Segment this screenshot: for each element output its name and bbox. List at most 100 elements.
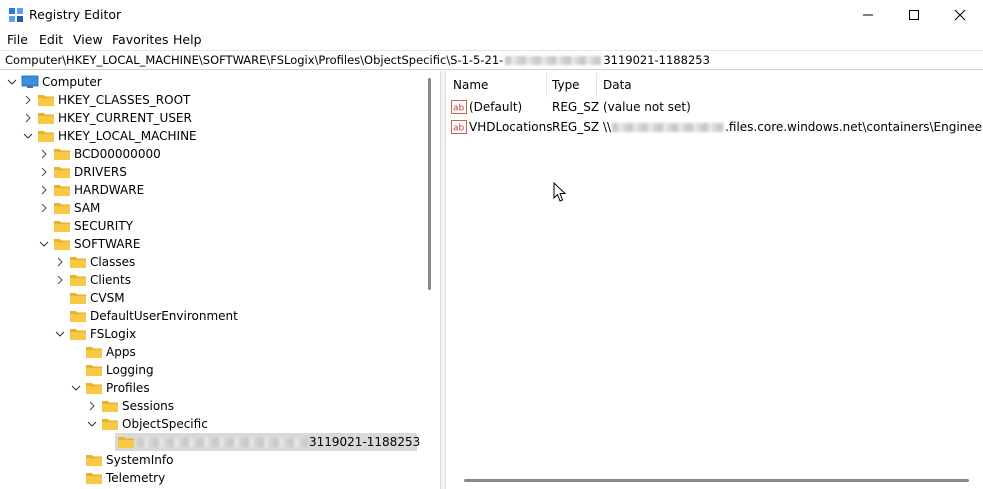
column-separator[interactable] bbox=[596, 73, 597, 97]
chevron-down-icon[interactable] bbox=[87, 419, 97, 429]
value-name: (Default) bbox=[469, 100, 523, 114]
redacted-region bbox=[138, 438, 308, 447]
tree-item[interactable]: Logging bbox=[0, 361, 425, 379]
list-horizontal-scrollbar[interactable] bbox=[464, 479, 969, 482]
address-prefix: Computer\HKEY_LOCAL_MACHINE\SOFTWARE\FSL… bbox=[5, 53, 504, 67]
folder-icon bbox=[38, 95, 54, 106]
column-separator[interactable] bbox=[546, 73, 547, 97]
value-data-suffix: .files.core.windows.net\containers\Engin… bbox=[725, 120, 983, 134]
tree-item-label: SOFTWARE bbox=[74, 237, 141, 251]
value-type: REG_SZ bbox=[552, 120, 600, 134]
folder-icon bbox=[70, 293, 86, 304]
value-list[interactable]: Name Type Data ab (Default) REG_SZ (value n… bbox=[446, 71, 983, 489]
chevron-right-icon[interactable] bbox=[87, 401, 97, 411]
tree-item[interactable]: HKEY_CLASSES_ROOT bbox=[0, 91, 425, 109]
mouse-cursor-icon bbox=[553, 182, 567, 202]
value-name: VHDLocations bbox=[469, 120, 553, 134]
column-header-data[interactable]: Data bbox=[603, 71, 632, 97]
tree-item[interactable]: ObjectSpecific bbox=[0, 415, 425, 433]
chevron-right-icon[interactable] bbox=[39, 203, 49, 213]
tree-item[interactable]: FSLogix bbox=[0, 325, 425, 343]
address-path: Computer\HKEY_LOCAL_MACHINE\SOFTWARE\FSL… bbox=[5, 53, 710, 67]
chevron-right-icon[interactable] bbox=[55, 257, 65, 267]
svg-text:ab: ab bbox=[453, 124, 465, 134]
chevron-right-icon[interactable] bbox=[39, 149, 49, 159]
tree-item[interactable]: Telemetry bbox=[0, 469, 425, 487]
menu-bar: File Edit View Favorites Help bbox=[0, 30, 983, 50]
close-button[interactable] bbox=[937, 0, 983, 30]
folder-icon bbox=[54, 185, 70, 196]
menu-view[interactable]: View bbox=[73, 32, 103, 47]
tree-item[interactable]: HKEY_LOCAL_MACHINE bbox=[0, 127, 425, 145]
tree-item-label: Apps bbox=[106, 345, 136, 359]
folder-icon bbox=[70, 311, 86, 322]
menu-favorites[interactable]: Favorites bbox=[112, 32, 168, 47]
redacted-region bbox=[612, 123, 725, 132]
tree-item[interactable]: Classes bbox=[0, 253, 425, 271]
chevron-right-icon[interactable] bbox=[23, 95, 33, 105]
tree-item[interactable]: SystemInfo bbox=[0, 451, 425, 469]
folder-icon bbox=[70, 329, 86, 340]
folder-icon bbox=[38, 131, 54, 142]
tree-item-label: CVSM bbox=[90, 291, 125, 305]
tree-item-label: SystemInfo bbox=[106, 453, 174, 467]
registry-editor-icon bbox=[9, 8, 23, 22]
computer-icon bbox=[21, 75, 39, 88]
folder-icon bbox=[86, 455, 102, 466]
tree-item[interactable]: HKEY_CURRENT_USER bbox=[0, 109, 425, 127]
folder-icon bbox=[86, 383, 102, 394]
chevron-right-icon[interactable] bbox=[39, 185, 49, 195]
tree-item-label: SAM bbox=[74, 201, 101, 215]
chevron-down-icon[interactable] bbox=[7, 77, 17, 87]
tree-item[interactable]: 3119021-1188253 bbox=[0, 433, 425, 451]
tree-item-label: Clients bbox=[90, 273, 131, 287]
menu-help[interactable]: Help bbox=[173, 32, 202, 47]
tree-item[interactable]: CVSM bbox=[0, 289, 425, 307]
key-tree[interactable]: Computer HKEY_CLASSES_ROOT HKEY_CURRENT_US… bbox=[0, 71, 440, 489]
chevron-down-icon[interactable] bbox=[39, 239, 49, 249]
tree-item-label: DRIVERS bbox=[74, 165, 127, 179]
tree-item[interactable]: DefaultUserEnvironment bbox=[0, 307, 425, 325]
folder-icon bbox=[86, 473, 102, 484]
column-header-type[interactable]: Type bbox=[552, 71, 580, 97]
chevron-right-icon[interactable] bbox=[55, 275, 65, 285]
tree-item-label: HKEY_LOCAL_MACHINE bbox=[58, 129, 197, 143]
tree-item[interactable]: Sessions bbox=[0, 397, 425, 415]
tree-item[interactable]: SOFTWARE bbox=[0, 235, 425, 253]
menu-file[interactable]: File bbox=[7, 32, 28, 47]
tree-item[interactable]: Apps bbox=[0, 343, 425, 361]
string-value-icon: ab bbox=[451, 100, 467, 114]
tree-item[interactable]: BCD00000000 bbox=[0, 145, 425, 163]
tree-item-label: HARDWARE bbox=[74, 183, 145, 197]
value-data-prefix: \\ bbox=[603, 120, 612, 134]
chevron-down-icon[interactable] bbox=[55, 329, 65, 339]
tree-item[interactable]: SAM bbox=[0, 199, 425, 217]
tree-item-label: Sessions bbox=[122, 399, 175, 413]
folder-icon bbox=[102, 401, 118, 412]
value-data: \\ .files.core.windows.net\containers\Eng… bbox=[603, 120, 983, 134]
tree-item-label: Profiles bbox=[106, 381, 150, 395]
value-row[interactable]: ab VHDLocations REG_SZ \\ .files.core.window… bbox=[446, 117, 983, 137]
chevron-down-icon[interactable] bbox=[71, 383, 81, 393]
chevron-right-icon[interactable] bbox=[39, 167, 49, 177]
minimize-button[interactable] bbox=[845, 0, 891, 30]
column-header-name[interactable]: Name bbox=[453, 71, 488, 97]
folder-icon bbox=[118, 437, 134, 448]
address-bar[interactable]: Computer\HKEY_LOCAL_MACHINE\SOFTWARE\FSL… bbox=[0, 50, 983, 70]
tree-item[interactable]: HARDWARE bbox=[0, 181, 425, 199]
address-suffix: 3119021-1188253 bbox=[603, 53, 710, 67]
tree-item[interactable]: Clients bbox=[0, 271, 425, 289]
maximize-button[interactable] bbox=[891, 0, 937, 30]
chevron-right-icon[interactable] bbox=[23, 113, 33, 123]
folder-icon bbox=[54, 149, 70, 160]
menu-edit[interactable]: Edit bbox=[39, 32, 63, 47]
tree-scrollbar[interactable] bbox=[428, 78, 431, 290]
folder-icon bbox=[70, 257, 86, 268]
folder-icon bbox=[86, 365, 102, 376]
tree-item[interactable]: DRIVERS bbox=[0, 163, 425, 181]
tree-item[interactable]: Profiles bbox=[0, 379, 425, 397]
tree-item[interactable]: Computer bbox=[0, 73, 425, 91]
value-row[interactable]: ab (Default) REG_SZ (value not set) bbox=[446, 97, 983, 117]
tree-item[interactable]: SECURITY bbox=[0, 217, 425, 235]
chevron-down-icon[interactable] bbox=[23, 131, 33, 141]
